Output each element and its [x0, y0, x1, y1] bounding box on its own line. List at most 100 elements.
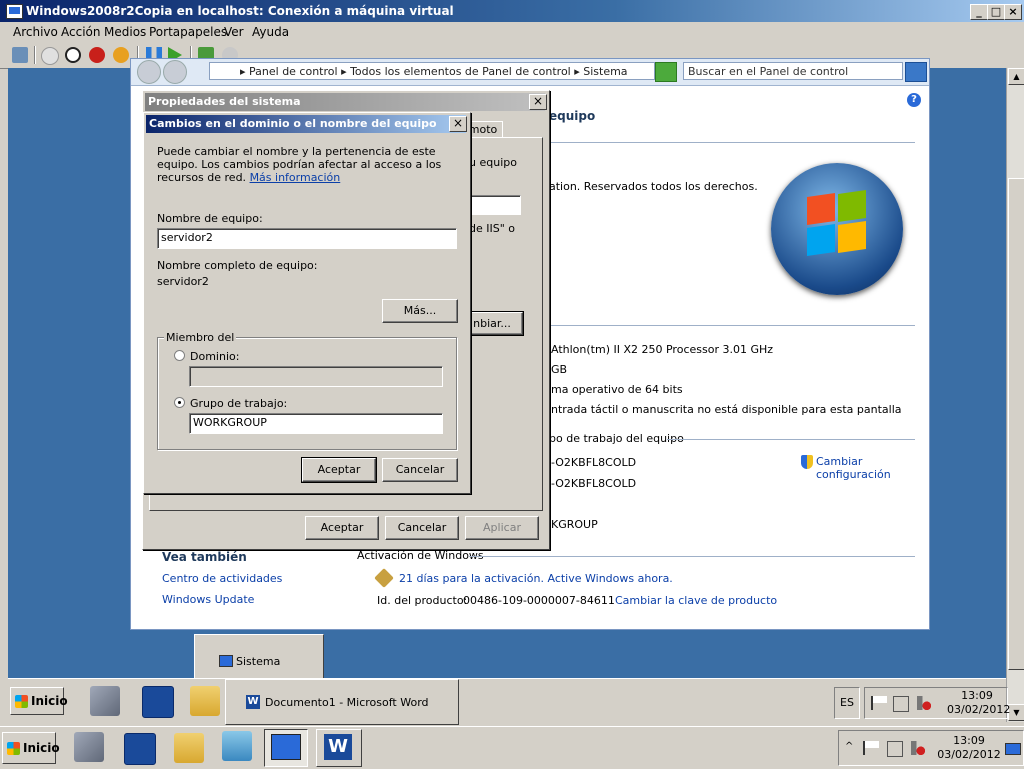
change-settings-link[interactable]: Cambiar configuración [816, 455, 906, 481]
volume-muted-icon[interactable] [917, 696, 931, 710]
network-icon[interactable] [887, 741, 903, 757]
ok-button[interactable]: Aceptar [305, 516, 379, 540]
host-taskbar: Inicio W ^ 13:09 03/02/2012 [0, 726, 1024, 769]
ctrl-alt-del-icon[interactable] [12, 47, 28, 63]
product-id-value: 00486-109-0000007-84611 [463, 594, 615, 607]
scroll-thumb[interactable] [1008, 178, 1024, 670]
host-vertical-scrollbar[interactable]: ▲ ▼ [1006, 68, 1024, 722]
host-menu-bar: Archivo Acción Medios Portapapeles Ver A… [0, 22, 1024, 42]
windows-flag-icon [7, 742, 20, 755]
language-indicator[interactable]: ES [834, 687, 860, 719]
server-manager-icon[interactable] [74, 732, 104, 762]
menu-ver[interactable]: Ver [224, 25, 244, 39]
copyright-text: ation. Reservados todos los derechos. [549, 180, 758, 193]
server-manager-icon[interactable] [90, 686, 120, 716]
close-button[interactable]: × [1004, 4, 1022, 20]
apply-button[interactable]: Aplicar [465, 516, 539, 540]
forward-icon[interactable] [163, 60, 187, 84]
ram-value: GB [551, 363, 568, 376]
maximize-button[interactable]: □ [987, 4, 1005, 20]
word-icon: W [324, 734, 352, 760]
network-icon[interactable] [893, 696, 909, 712]
workgroup-label: Grupo de trabajo: [190, 397, 288, 410]
host-time: 13:09 [953, 734, 985, 747]
full-name-value: servidor2 [157, 275, 209, 288]
explorer-icon[interactable] [190, 686, 220, 716]
host-notification-area: ^ 13:09 03/02/2012 [838, 730, 1024, 766]
show-desktop-icon[interactable] [1005, 743, 1021, 755]
volume-muted-icon[interactable] [911, 741, 925, 755]
flag-icon[interactable] [871, 696, 887, 710]
vm-date: 03/02/2012 [947, 703, 1011, 716]
computer-name-value: -O2KBFL8COLD [551, 456, 637, 469]
full-name-label: Nombre completo de equipo: [157, 259, 318, 272]
more-button[interactable]: Más... [382, 299, 458, 323]
powershell-icon[interactable] [142, 686, 174, 718]
turn-off-icon[interactable] [65, 47, 81, 63]
start-vm-icon[interactable] [41, 47, 59, 65]
save-state-icon[interactable] [113, 47, 129, 63]
vm-connection-icon [271, 734, 301, 760]
action-center-link[interactable]: Centro de actividades [162, 572, 282, 585]
powershell-icon[interactable] [124, 733, 156, 765]
sistema-label: Sistema [236, 655, 281, 668]
menu-accion[interactable]: Acción [61, 25, 100, 39]
divider [667, 439, 915, 440]
processor-value: Athlon(tm) II X2 250 Processor 3.01 GHz [551, 343, 774, 356]
ok-button[interactable]: Aceptar [301, 457, 377, 483]
vm-time: 13:09 [961, 689, 993, 702]
flag-icon[interactable] [863, 741, 879, 755]
close-icon[interactable]: × [449, 116, 467, 132]
vm-clock[interactable]: 13:09 03/02/2012 [947, 689, 1011, 717]
system-icon [219, 655, 233, 667]
hyperv-manager-icon[interactable] [222, 731, 252, 761]
menu-medios[interactable]: Medios [104, 25, 146, 39]
more-info-link[interactable]: Más información [250, 171, 341, 184]
domain-radio[interactable] [174, 350, 185, 361]
address-bar-row: ▸ Panel de control ▸ Todos los elementos… [131, 59, 929, 86]
tab-text-fragment: u equipo [469, 156, 517, 169]
domain-label: Dominio: [190, 350, 240, 363]
logo-blue [807, 224, 835, 256]
shutdown-icon[interactable] [89, 47, 105, 63]
help-icon[interactable]: ? [907, 93, 921, 107]
change-product-key-link[interactable]: Cambiar la clave de producto [615, 594, 777, 607]
refresh-icon[interactable] [655, 62, 677, 82]
key-icon [374, 568, 394, 588]
sistema-taskbar-popup[interactable]: Sistema [194, 634, 324, 680]
minimize-button[interactable]: _ [970, 4, 988, 20]
computer-name-input[interactable]: servidor2 [157, 228, 457, 249]
description-input[interactable] [463, 195, 521, 215]
full-name-value: -O2KBFL8COLD [551, 477, 637, 490]
workgroup-radio[interactable] [174, 397, 185, 408]
computer-name-changes-dialog: Cambios en el dominio o el nombre del eq… [143, 112, 471, 494]
vm-connection-task-button[interactable] [264, 729, 308, 767]
cancel-button[interactable]: Cancelar [385, 516, 459, 540]
windows-update-link[interactable]: Windows Update [162, 593, 254, 606]
word-task-button[interactable]: W Documento1 - Microsoft Word [225, 679, 459, 725]
windows-flag-icon [15, 695, 28, 708]
product-id-label: Id. del producto: [377, 594, 468, 607]
search-icon[interactable] [905, 62, 927, 82]
activation-link[interactable]: 21 días para la activación. Active Windo… [399, 572, 673, 585]
page-heading-fragment: equipo [549, 109, 596, 123]
menu-portapapeles[interactable]: Portapapeles [149, 25, 227, 39]
show-hidden-icons[interactable]: ^ [845, 741, 853, 752]
close-icon[interactable]: × [529, 94, 547, 110]
host-clock[interactable]: 13:09 03/02/2012 [937, 734, 1001, 762]
vm-start-button[interactable]: Inicio [10, 687, 68, 715]
start-label: Inicio [23, 741, 60, 755]
word-task-button[interactable]: W [316, 729, 362, 767]
address-bar[interactable]: ▸ Panel de control ▸ Todos los elementos… [209, 62, 655, 80]
domain-input[interactable] [189, 366, 443, 387]
explorer-icon[interactable] [174, 733, 204, 763]
host-start-button[interactable]: Inicio [2, 732, 60, 764]
workgroup-input[interactable]: WORKGROUP [189, 413, 443, 434]
scroll-up-button[interactable]: ▲ [1008, 68, 1024, 85]
menu-ayuda[interactable]: Ayuda [252, 25, 289, 39]
pen-touch-value: ntrada táctil o manuscrita no está dispo… [551, 403, 902, 416]
search-input[interactable]: Buscar en el Panel de control [683, 62, 903, 80]
cancel-button[interactable]: Cancelar [382, 458, 458, 482]
menu-archivo[interactable]: Archivo [13, 25, 58, 39]
back-icon[interactable] [137, 60, 161, 84]
